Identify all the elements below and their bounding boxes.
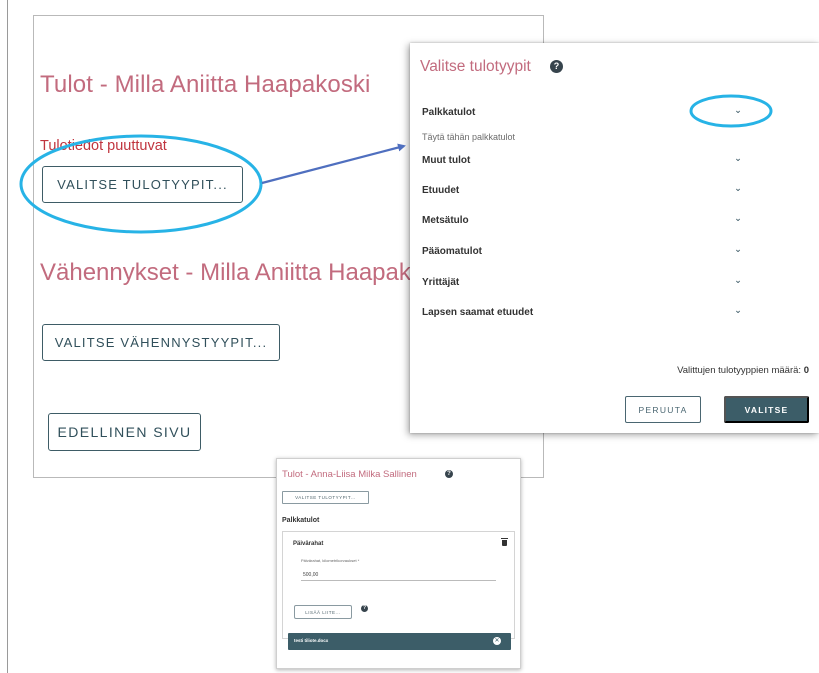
section-label: Palkkatulot — [282, 517, 320, 524]
category-metsatulo[interactable]: Metsätulo ⌄ — [422, 213, 742, 229]
category-label: Palkkatulot — [422, 107, 476, 118]
trash-icon[interactable] — [501, 538, 508, 546]
category-label: Metsätulo — [422, 215, 469, 226]
dialog-title: Valitse tulotyypit — [420, 58, 531, 75]
category-etuudet[interactable]: Etuudet ⌄ — [422, 183, 742, 199]
attachment-file-name: testi tiliote.docx — [294, 638, 329, 643]
left-edge-line — [7, 0, 8, 673]
select-income-types-button[interactable]: VALITSE TULOTYYPIT... — [282, 491, 369, 504]
category-label: Muut tulot — [422, 155, 471, 166]
category-paaomatulot[interactable]: Pääomatulot ⌄ — [422, 244, 742, 260]
select-deduction-types-button[interactable]: VALITSE VÄHENNYSTYYPIT... — [42, 324, 280, 361]
close-icon[interactable]: ✕ — [493, 637, 501, 645]
chevron-down-icon[interactable]: ⌄ — [733, 213, 743, 223]
cancel-button[interactable]: PERUUTA — [625, 396, 701, 423]
panel-title: Päivärahat — [293, 541, 324, 547]
attachment-chip: testi tiliote.docx ✕ — [288, 633, 511, 650]
help-icon[interactable]: ? — [445, 470, 453, 478]
selected-count-label: Valittujen tulotyyppien määrä: — [677, 365, 802, 376]
previous-page-button[interactable]: EDELLINEN SIVU — [48, 413, 201, 451]
amount-input[interactable]: 500,00 — [301, 569, 496, 581]
help-icon[interactable]: ? — [550, 60, 563, 73]
category-label: Lapsen saamat etuudet — [422, 307, 534, 318]
help-icon[interactable]: ? — [361, 605, 368, 612]
category-label: Yrittäjät — [422, 277, 460, 288]
category-hint: Täytä tähän palkkatulot — [422, 132, 516, 142]
chevron-down-icon[interactable]: ⌄ — [733, 275, 743, 285]
chevron-down-icon[interactable]: ⌄ — [733, 183, 743, 193]
chevron-down-icon[interactable]: ⌄ — [733, 244, 743, 254]
selected-count: Valittujen tulotyyppien määrä: 0 — [677, 365, 809, 376]
income-type-dialog: Valitse tulotyypit ? Palkkatulot ⌄ Täytä… — [410, 43, 819, 433]
missing-income-notice: Tulotiedot puuttuvat — [40, 138, 167, 154]
selected-count-value: 0 — [803, 365, 809, 376]
category-lapsen-saamat-etuudet[interactable]: Lapsen saamat etuudet ⌄ — [422, 305, 742, 321]
chevron-down-icon[interactable]: ⌄ — [733, 153, 743, 163]
deductions-heading: Vähennykset - Milla Aniitta Haapakoski — [40, 259, 410, 286]
income-form-screenshot: Tulot - Anna-Liisa Milka Sallinen ? VALI… — [276, 458, 521, 669]
add-attachment-button[interactable]: LISÄÄ LIITE... — [294, 605, 352, 619]
select-income-types-button[interactable]: VALITSE TULOTYYPIT... — [42, 166, 243, 203]
chevron-down-icon[interactable]: ⌄ — [733, 105, 743, 115]
category-palkkatulot[interactable]: Palkkatulot ⌄ — [422, 105, 742, 121]
field-label: Päivärahat, kilometrikorvaukset * — [301, 558, 360, 563]
category-label: Etuudet — [422, 185, 460, 196]
sub-page-title: Tulot - Anna-Liisa Milka Sallinen — [282, 469, 417, 480]
category-yrittajat[interactable]: Yrittäjät ⌄ — [422, 275, 742, 291]
income-panel: Päivärahat Päivärahat, kilometrikorvauks… — [282, 531, 515, 639]
select-button[interactable]: VALITSE — [724, 396, 809, 423]
income-heading: Tulot - Milla Aniitta Haapakoski — [40, 71, 371, 98]
category-label: Pääomatulot — [422, 246, 483, 257]
chevron-down-icon[interactable]: ⌄ — [733, 305, 743, 315]
category-muut-tulot[interactable]: Muut tulot ⌄ — [422, 153, 742, 169]
